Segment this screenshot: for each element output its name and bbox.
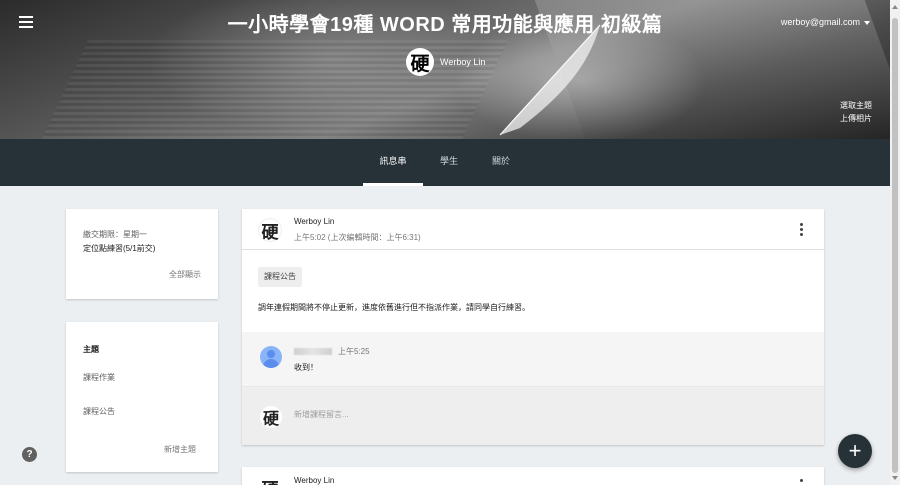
tab-about[interactable]: 關於	[483, 139, 519, 186]
post-timestamp: 上午5:02 (上次編輯時間：上午6:31)	[294, 233, 421, 242]
stream-post: 硬 Werboy Lin 上午5:02 (上次編輯時間：上午6:31) 課程公告…	[242, 209, 824, 445]
scroll-down-icon[interactable]	[892, 476, 898, 480]
course-banner: 一小時學會19種 WORD 常用功能與應用 初級篇 werboy@gmail.c…	[0, 0, 890, 139]
topics-card: 主題 課程作業 課程公告 新增主題	[66, 322, 218, 472]
post2-author-avatar: 硬	[258, 475, 282, 485]
commenter-name-blurred	[294, 348, 332, 355]
help-icon[interactable]: ?	[22, 447, 37, 462]
topic-item-assignments[interactable]: 課程作業	[83, 372, 115, 383]
banner-actions: 選取主題 上傳相片	[840, 99, 872, 125]
scroll-thumb[interactable]	[892, 18, 898, 473]
scroll-up-icon[interactable]	[892, 5, 898, 9]
post-body: 調年連假期間將不停止更新，進度依舊進行但不指派作業，請同學自行練習。	[258, 303, 530, 312]
post-divider	[242, 249, 824, 250]
class-comment-input[interactable]	[294, 410, 774, 419]
commenter-avatar	[260, 346, 282, 368]
tab-bar: 訊息串 學生 關於	[0, 139, 890, 186]
post-author-avatar: 硬	[258, 218, 282, 243]
teacher-info: 硬 Werboy Lin	[406, 48, 485, 76]
more-vert-icon[interactable]	[800, 223, 804, 237]
select-theme-link[interactable]: 選取主題	[840, 99, 872, 112]
topic-item-announcements[interactable]: 課程公告	[83, 406, 115, 417]
caret-down-icon	[864, 20, 870, 25]
post-author: Werboy Lin	[294, 217, 335, 226]
reply-row: 硬	[242, 387, 824, 445]
teacher-avatar: 硬	[406, 48, 434, 76]
course-title: 一小時學會19種 WORD 常用功能與應用 初級篇	[227, 14, 663, 36]
tab-students[interactable]: 學生	[430, 139, 468, 186]
account-email: werboy@gmail.com	[780, 17, 860, 27]
reply-user-avatar: 硬	[260, 406, 282, 428]
post2-more-vert-icon[interactable]	[800, 479, 804, 482]
upload-photo-link[interactable]: 上傳相片	[840, 112, 872, 125]
stream-post-2: 硬 Werboy Lin	[242, 467, 824, 485]
post2-author: Werboy Lin	[294, 476, 335, 485]
teacher-name: Werboy Lin	[440, 57, 486, 67]
post-topic-tag[interactable]: 課程公告	[258, 267, 302, 287]
view-all-link[interactable]: 全部顯示	[169, 269, 201, 280]
feather-illustration	[499, 24, 601, 136]
tab-stream[interactable]: 訊息串	[363, 139, 423, 186]
add-post-fab[interactable]: +	[838, 434, 872, 468]
page-scrollbar[interactable]	[890, 0, 900, 485]
topics-heading: 主題	[83, 345, 99, 354]
add-topic-link[interactable]: 新增主題	[164, 444, 196, 455]
upcoming-card: 繳交期限：星期一 定位點練習(5/1前交) 全部顯示	[66, 209, 218, 299]
comment-text: 收到！	[294, 363, 318, 372]
comment-timestamp: 上午5:25	[338, 347, 370, 356]
comment-section: 上午5:25 收到！ 硬	[242, 332, 824, 445]
due-title: 繳交期限：星期一	[83, 230, 147, 239]
due-assignment-link[interactable]: 定位點練習(5/1前交)	[83, 243, 155, 254]
account-menu[interactable]: werboy@gmail.com	[781, 17, 870, 27]
